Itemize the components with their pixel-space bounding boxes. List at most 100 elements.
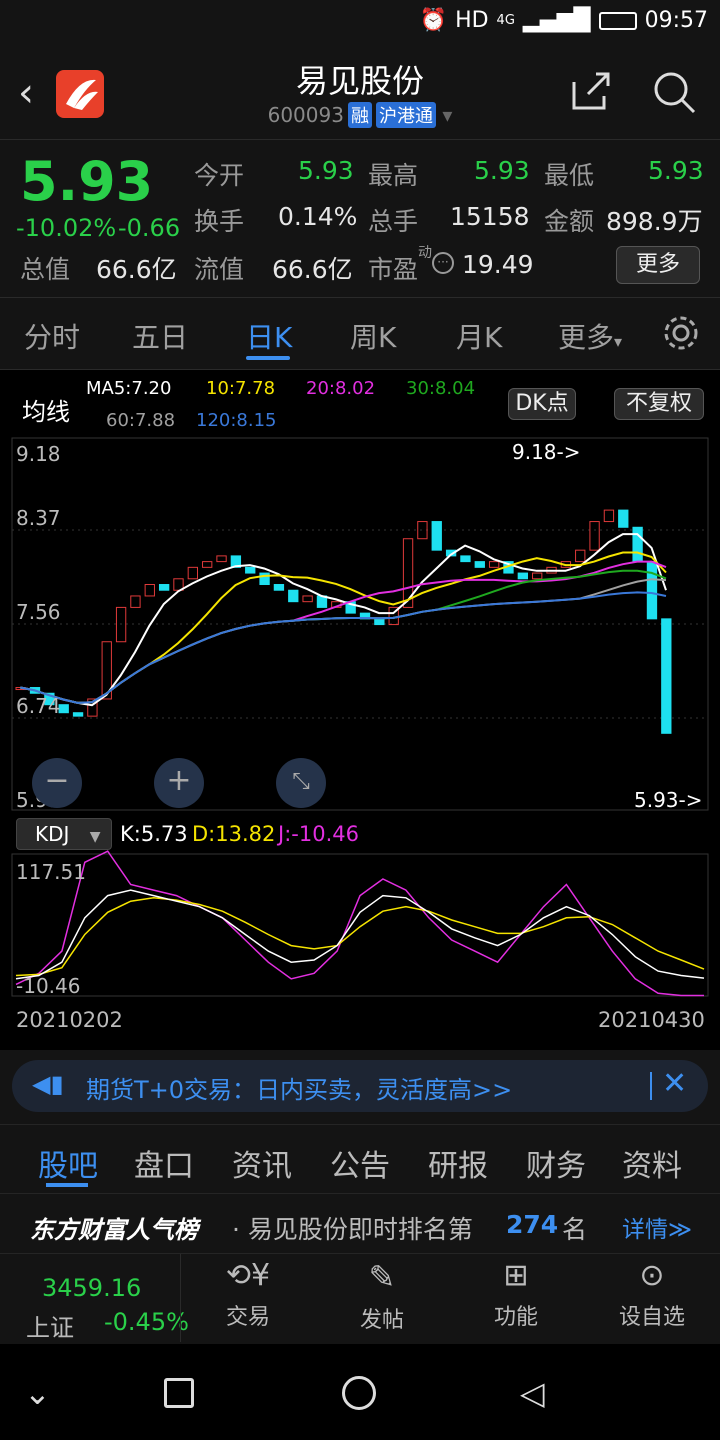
candle (575, 549, 586, 563)
pe-info-icon[interactable]: ··· (432, 252, 454, 274)
candle (216, 555, 227, 563)
kdj-top-label: 117.51 (16, 860, 86, 884)
battery-icon (598, 11, 637, 30)
signal-4g-label: 4G (496, 13, 515, 28)
close-icon[interactable]: ✕ (662, 1066, 687, 1101)
tab-weekly-k[interactable]: 周K (350, 316, 396, 356)
candle (245, 566, 256, 574)
post-button[interactable]: ✎ 发帖 (332, 1258, 432, 1334)
search-icon[interactable] (652, 70, 696, 118)
add-watchlist-button[interactable]: ⊙ 设自选 (602, 1258, 702, 1331)
tab-daily-k[interactable]: 日K (246, 316, 292, 356)
y-label-4: 6.74 (16, 694, 61, 718)
more-button[interactable]: 更多 (616, 246, 700, 284)
active-tab-indicator (246, 356, 290, 360)
change-pct: -10.02% (16, 214, 117, 242)
kdj-line (15, 897, 705, 977)
period-tabs: 分时 五日 日K 周K 月K 更多▾ (0, 298, 720, 370)
index-change: -0.45% (104, 1308, 189, 1336)
rank-number: 274 (506, 1210, 559, 1239)
kdj-select[interactable]: KDJ ▼ (16, 818, 112, 850)
nav-recent-icon[interactable] (164, 1378, 194, 1408)
tab-guba[interactable]: 股吧 (38, 1141, 98, 1185)
dropdown-icon[interactable]: ▾ (442, 103, 452, 127)
bottom-toolbar: 3459.16 上证 -0.45% ⟲¥ 交易 ✎ 发帖 ⊞ 功能 ⊙ 设自选 (0, 1254, 720, 1344)
tab-more[interactable]: 更多▾ (558, 316, 622, 356)
kdj-j-value: J:-10.46 (278, 822, 359, 846)
margin-badge: 融 (347, 102, 372, 128)
tab-profile[interactable]: 资料 (622, 1141, 682, 1185)
trade-yen-icon: ⟲¥ (225, 1258, 271, 1293)
volume-label: 总手 (368, 207, 419, 236)
functions-label: 功能 (493, 1305, 538, 1330)
info-tabs: 股吧 盘口 资讯 公告 研报 财务 资料 (0, 1124, 720, 1194)
popularity-rank-bar[interactable]: 东方财富人气榜 · 易见股份即时排名第 274 名 详情≫ (0, 1196, 720, 1254)
tab-research[interactable]: 研报 (428, 1141, 488, 1185)
share-icon[interactable] (570, 70, 612, 116)
candle (532, 572, 543, 580)
candle (187, 566, 199, 580)
promo-text: 期货T+0交易：日内买卖，灵活度高>> (86, 1076, 513, 1104)
y-label-2: 8.37 (16, 506, 61, 530)
candle (273, 584, 285, 591)
y-label-top: 9.18 (16, 442, 61, 466)
candle (158, 584, 170, 591)
zoom-in-button[interactable]: + (154, 758, 204, 808)
float-value: 66.6亿 (272, 255, 353, 284)
clock: 09:57 (644, 8, 708, 33)
network-label: HD (455, 8, 489, 33)
candle (144, 584, 155, 597)
candle (115, 606, 127, 643)
candle (460, 555, 471, 563)
signal-icon: ▂▄▆█ (522, 8, 591, 33)
kdj-d-value: D:13.82 (192, 822, 276, 846)
candle (202, 561, 213, 568)
rank-detail-link[interactable]: 详情≫ (622, 1210, 692, 1244)
tab-finance[interactable]: 财务 (526, 1141, 586, 1185)
trade-button[interactable]: ⟲¥ 交易 (198, 1258, 298, 1331)
kline-svg[interactable] (0, 370, 720, 1050)
kdj-k-value: K:5.73 (120, 822, 188, 846)
date-start: 20210202 (16, 1008, 123, 1032)
fullscreen-icon[interactable]: ⤡ (276, 758, 326, 808)
float-label: 流值 (194, 255, 245, 284)
candle (517, 572, 528, 580)
zoom-out-button[interactable]: − (32, 758, 82, 808)
max-price-marker: 9.18-> (512, 440, 581, 464)
trade-label: 交易 (225, 1305, 270, 1330)
nav-back-icon[interactable]: ◁ (520, 1374, 545, 1412)
total-value: 66.6亿 (96, 255, 177, 284)
candle (474, 561, 485, 568)
settings-gear-icon[interactable] (662, 314, 700, 356)
volume-value: 15158 (450, 202, 530, 231)
post-label: 发帖 (359, 1308, 404, 1333)
candle (618, 509, 629, 528)
pe-label: 市盈 (368, 255, 419, 284)
turnover-value: 0.14% (278, 202, 358, 231)
tab-monthly-k[interactable]: 月K (456, 316, 502, 356)
connect-badge: 沪港通 (375, 102, 436, 128)
functions-button[interactable]: ⊞ 功能 (466, 1258, 566, 1331)
info-tab-indicator (46, 1183, 88, 1187)
candle (661, 618, 672, 734)
tab-announcement[interactable]: 公告 (330, 1141, 390, 1185)
ma-line (20, 569, 667, 704)
tab-news[interactable]: 资讯 (232, 1141, 292, 1185)
candle (302, 595, 313, 603)
system-nav-bar: ⌄ ◁ (0, 1344, 720, 1440)
tab-intraday[interactable]: 分时 (24, 316, 80, 356)
stock-subtitle: 600093 融沪港通 ▾ (0, 102, 720, 128)
tab-pankou[interactable]: 盘口 (134, 1141, 194, 1185)
open-value: 5.93 (298, 156, 354, 185)
toolbar-divider (180, 1254, 181, 1342)
ma-line (20, 591, 667, 704)
tab-five-day[interactable]: 五日 (132, 316, 188, 356)
index-value[interactable]: 3459.16 (42, 1274, 141, 1302)
promo-banner[interactable]: ◀▮ 期货T+0交易：日内买卖，灵活度高>> ✕ (12, 1060, 708, 1112)
min-price-marker: 5.93-> (634, 788, 703, 812)
low-value: 5.93 (648, 156, 704, 185)
last-price: 5.93 (20, 150, 154, 213)
promo-divider (650, 1072, 652, 1100)
nav-down-icon[interactable]: ⌄ (24, 1374, 51, 1412)
nav-home-icon[interactable] (342, 1376, 376, 1410)
